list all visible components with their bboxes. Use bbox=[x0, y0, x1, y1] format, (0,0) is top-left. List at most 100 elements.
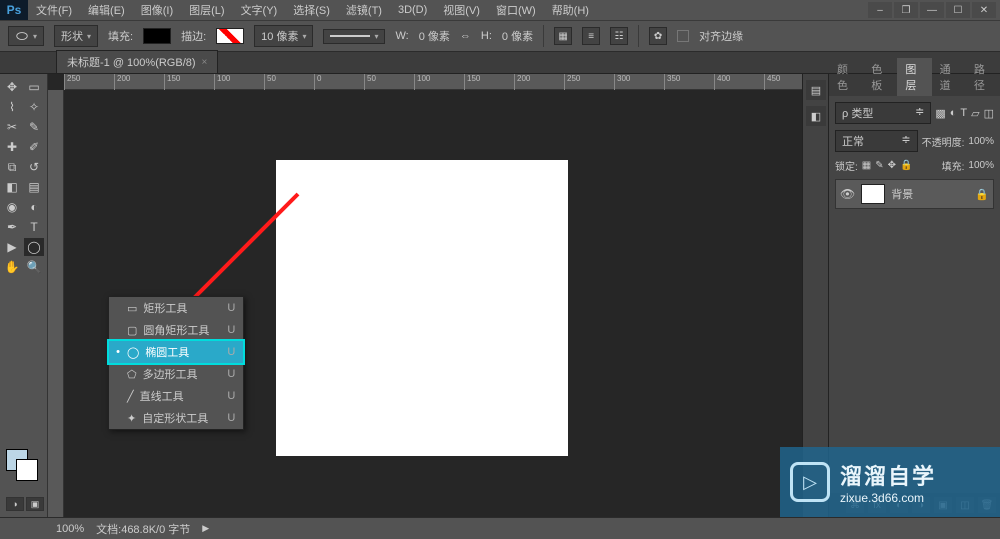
flyout-polygon-tool[interactable]: ⬠ 多边形工具 U bbox=[109, 363, 243, 385]
pen-tool[interactable]: ✒ bbox=[2, 218, 22, 236]
menu-help[interactable]: 帮助(H) bbox=[544, 2, 597, 18]
ruler-horizontal[interactable]: 250 200 150 100 50 0 50 100 150 200 250 … bbox=[64, 74, 802, 90]
menu-type[interactable]: 文字(Y) bbox=[233, 2, 286, 18]
stroke-swatch[interactable] bbox=[216, 28, 244, 44]
marquee-tool[interactable]: ▭ bbox=[24, 78, 44, 96]
kind-label: ρ 类型 bbox=[842, 105, 873, 121]
menu-3d[interactable]: 3D(D) bbox=[390, 4, 435, 16]
eraser-tool[interactable]: ◧ bbox=[2, 178, 22, 196]
crop-tool[interactable]: ✂ bbox=[2, 118, 22, 136]
stamp-tool[interactable]: ⧉ bbox=[2, 158, 22, 176]
lock-trans-icon[interactable]: ▦ bbox=[862, 160, 871, 171]
history-brush-tool[interactable]: ↺ bbox=[24, 158, 44, 176]
align-edges-checkbox[interactable] bbox=[677, 30, 689, 42]
menu-image[interactable]: 图像(I) bbox=[133, 2, 181, 18]
window-minimize[interactable]: — bbox=[920, 2, 944, 18]
history-panel-icon[interactable]: ▤ bbox=[806, 80, 826, 100]
filter-adjust-icon[interactable]: ◐ bbox=[950, 107, 957, 119]
dodge-tool[interactable]: ◐ bbox=[24, 198, 44, 216]
lock-paint-icon[interactable]: ✎ bbox=[875, 160, 883, 171]
gear-icon[interactable]: ✿ bbox=[649, 27, 667, 45]
tab-paths[interactable]: 路径 bbox=[966, 58, 1000, 96]
background-color[interactable] bbox=[16, 459, 38, 481]
watermark-title: 溜溜自学 bbox=[840, 459, 936, 491]
rect-icon: ▭ bbox=[127, 302, 137, 315]
flyout-rounded-rect-tool[interactable]: ▢ 圆角矩形工具 U bbox=[109, 319, 243, 341]
layer-kind-filter[interactable]: ρ 类型≑ bbox=[835, 102, 931, 124]
stroke-type-select[interactable]: ▾ bbox=[323, 29, 385, 44]
zoom-tool[interactable]: 🔍 bbox=[24, 258, 44, 276]
opacity-value[interactable]: 100% bbox=[968, 136, 994, 147]
fill-label: 填充: bbox=[108, 28, 133, 44]
tab-channels[interactable]: 通道 bbox=[932, 58, 966, 96]
chevron-right-icon[interactable]: ▶ bbox=[202, 523, 209, 534]
blend-mode-select[interactable]: 正常≑ bbox=[835, 130, 918, 152]
close-icon[interactable]: × bbox=[202, 57, 208, 68]
path-arrange-icon[interactable]: ☷ bbox=[610, 27, 628, 45]
path-align-icon[interactable]: ≡ bbox=[582, 27, 600, 45]
tab-color[interactable]: 颜色 bbox=[829, 58, 863, 96]
window-maximize[interactable]: ☐ bbox=[946, 2, 970, 18]
lock-pos-icon[interactable]: ✥ bbox=[888, 160, 896, 171]
wand-tool[interactable]: ✧ bbox=[24, 98, 44, 116]
options-bar: ▾ 形状 ▾ 填充: 描边: 10 像素 ▾ ▾ W: 0 像素 ⇔ H: 0 … bbox=[0, 20, 1000, 52]
filter-pixel-icon[interactable]: ▩ bbox=[935, 107, 945, 120]
quickmask-icon[interactable]: ◑ bbox=[6, 497, 24, 511]
menu-file[interactable]: 文件(F) bbox=[28, 2, 80, 18]
filter-shape-icon[interactable]: ▱ bbox=[971, 107, 979, 120]
layer-thumbnail[interactable] bbox=[861, 184, 885, 204]
menu-select[interactable]: 选择(S) bbox=[285, 2, 338, 18]
shape-tool[interactable]: ◯ bbox=[24, 238, 44, 256]
menu-window[interactable]: 窗口(W) bbox=[488, 2, 544, 18]
visibility-icon[interactable]: 👁 bbox=[840, 187, 855, 201]
ruler-vertical[interactable] bbox=[48, 90, 64, 517]
path-select-tool[interactable]: ▶ bbox=[2, 238, 22, 256]
flyout-rectangle-tool[interactable]: ▭ 矩形工具 U bbox=[109, 297, 243, 319]
menu-edit[interactable]: 编辑(E) bbox=[80, 2, 133, 18]
path-ops-icon[interactable]: ▦ bbox=[554, 27, 572, 45]
move-tool[interactable]: ✥ bbox=[2, 78, 22, 96]
tab-layers[interactable]: 图层 bbox=[897, 58, 931, 96]
hand-tool[interactable]: ✋ bbox=[2, 258, 22, 276]
zoom-level[interactable]: 100% bbox=[56, 523, 84, 535]
app-logo: Ps bbox=[0, 0, 28, 20]
flyout-ellipse-tool[interactable]: • ◯ 椭圆工具 U bbox=[109, 341, 243, 363]
doc-size-info[interactable]: 文档:468.8K/0 字节 bbox=[96, 521, 190, 537]
window-close[interactable]: ✕ bbox=[972, 2, 996, 18]
lock-icon[interactable]: 🔒 bbox=[975, 188, 989, 201]
stroke-size-input[interactable]: 10 像素 ▾ bbox=[254, 25, 313, 47]
eyedropper-tool[interactable]: ✎ bbox=[24, 118, 44, 136]
lock-all-icon[interactable]: 🔒 bbox=[900, 160, 912, 171]
window-restore-inner[interactable]: ❐ bbox=[894, 2, 918, 18]
layer-name[interactable]: 背景 bbox=[891, 186, 913, 202]
lasso-tool[interactable]: ⌇ bbox=[2, 98, 22, 116]
flyout-label: 椭圆工具 bbox=[145, 344, 189, 360]
flyout-shortcut: U bbox=[215, 390, 235, 402]
gradient-tool[interactable]: ▤ bbox=[24, 178, 44, 196]
filter-type-icon[interactable]: T bbox=[960, 107, 967, 119]
flyout-line-tool[interactable]: ╱ 直线工具 U bbox=[109, 385, 243, 407]
flyout-shortcut: U bbox=[215, 412, 235, 424]
layer-row[interactable]: 👁 背景 🔒 bbox=[835, 179, 994, 209]
screenmode-icon[interactable]: ▣ bbox=[26, 497, 44, 511]
blur-tool[interactable]: ◉ bbox=[2, 198, 22, 216]
menu-filter[interactable]: 滤镜(T) bbox=[338, 2, 390, 18]
properties-panel-icon[interactable]: ◧ bbox=[806, 106, 826, 126]
fill-swatch[interactable] bbox=[143, 28, 171, 44]
shape-mode-select[interactable]: 形状 ▾ bbox=[54, 25, 98, 47]
heal-tool[interactable]: ✚ bbox=[2, 138, 22, 156]
type-tool[interactable]: T bbox=[24, 218, 44, 236]
filter-smart-icon[interactable]: ◫ bbox=[984, 107, 994, 120]
fill-value[interactable]: 100% bbox=[968, 160, 994, 171]
document-canvas[interactable] bbox=[276, 160, 568, 456]
flyout-label: 矩形工具 bbox=[143, 300, 187, 316]
link-wh-icon[interactable]: ⇔ bbox=[460, 30, 471, 42]
brush-tool[interactable]: ✐ bbox=[24, 138, 44, 156]
menu-view[interactable]: 视图(V) bbox=[435, 2, 488, 18]
menu-layer[interactable]: 图层(L) bbox=[181, 2, 232, 18]
tab-swatches[interactable]: 色板 bbox=[863, 58, 897, 96]
document-tab[interactable]: 未标题-1 @ 100%(RGB/8) × bbox=[56, 50, 218, 73]
window-minimize-inner[interactable]: – bbox=[868, 2, 892, 18]
flyout-custom-shape-tool[interactable]: ✦ 自定形状工具 U bbox=[109, 407, 243, 429]
current-tool-icon[interactable]: ▾ bbox=[8, 26, 44, 46]
